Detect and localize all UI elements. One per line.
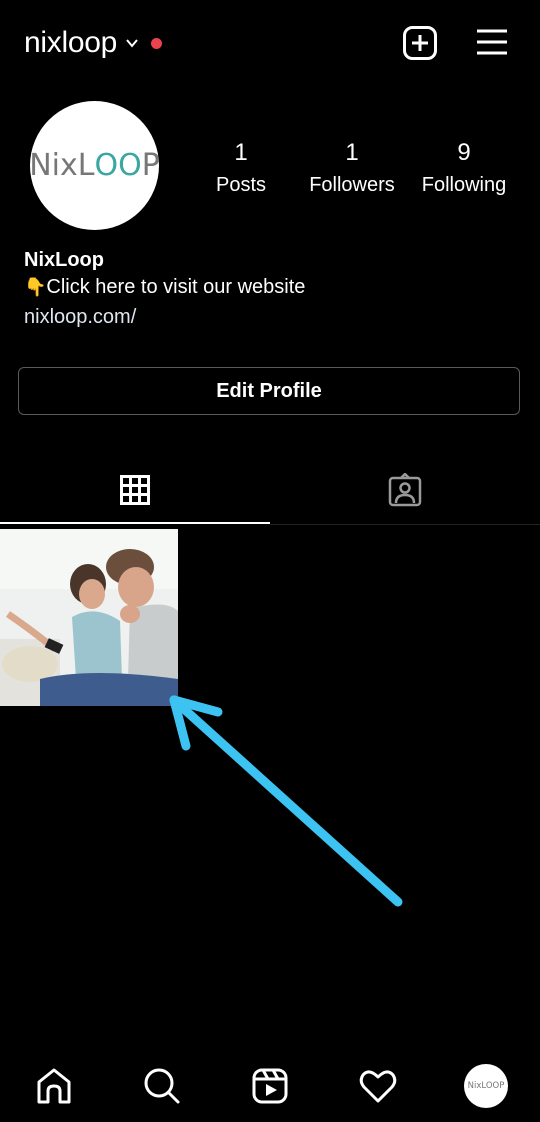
plus-square-icon[interactable] — [402, 25, 438, 61]
post-image — [0, 529, 178, 706]
chevron-down-icon — [126, 39, 138, 48]
stat-followers-label: Followers — [309, 174, 395, 196]
logo-suffix: P — [141, 148, 160, 183]
nav-profile[interactable]: NixLOOP — [462, 1062, 510, 1110]
hamburger-menu-icon[interactable] — [474, 25, 510, 61]
grid-icon — [120, 475, 150, 505]
stat-following[interactable]: 9 Following — [409, 138, 519, 202]
tab-divider — [270, 524, 540, 525]
tagged-person-icon — [388, 473, 422, 507]
nav-home[interactable] — [30, 1062, 78, 1110]
profile-avatar-small: NixLOOP — [464, 1064, 508, 1108]
pointing-down-emoji-icon: 👇 — [24, 277, 47, 297]
nixloop-logo: NixL OO P — [29, 148, 160, 183]
nav-activity[interactable] — [354, 1062, 402, 1110]
profile-avatar[interactable]: NixL OO P — [29, 101, 160, 230]
heart-icon — [359, 1070, 397, 1103]
username: nixloop — [24, 26, 117, 59]
search-icon — [144, 1068, 180, 1104]
home-icon — [37, 1068, 71, 1104]
tab-tagged[interactable] — [270, 455, 540, 525]
bio-text-content: Click here to visit our website — [46, 276, 306, 298]
stat-posts[interactable]: 1 Posts — [186, 138, 296, 202]
nav-reels[interactable] — [246, 1062, 294, 1110]
display-name: NixLoop — [24, 249, 104, 271]
post-thumbnail[interactable] — [0, 529, 178, 706]
stat-followers-value: 1 — [345, 139, 359, 166]
stat-following-value: 9 — [457, 139, 471, 166]
website-link[interactable]: nixloop.com/ — [24, 306, 136, 329]
bio-text: 👇 Click here to visit our website — [24, 276, 305, 299]
stat-posts-value: 1 — [234, 139, 248, 166]
username-switcher[interactable]: nixloop — [24, 26, 162, 60]
active-tab-indicator — [0, 522, 270, 524]
edit-profile-button[interactable]: Edit Profile — [18, 367, 520, 415]
tab-grid[interactable] — [0, 455, 270, 525]
annotation-arrow — [169, 695, 403, 907]
stat-posts-label: Posts — [215, 174, 267, 196]
reels-icon — [252, 1068, 288, 1104]
notification-dot — [150, 37, 162, 49]
stat-followers[interactable]: 1 Followers — [297, 138, 407, 202]
logo-loop: OO — [94, 148, 142, 183]
stat-following-label: Following — [421, 174, 507, 196]
nav-search[interactable] — [138, 1062, 186, 1110]
logo-prefix: NixL — [29, 148, 95, 183]
